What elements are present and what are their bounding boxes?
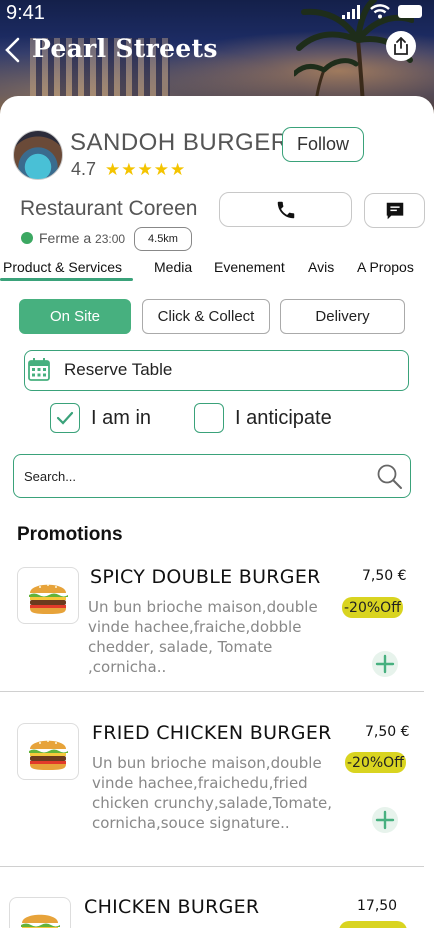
click-collect-button[interactable]: Click & Collect	[142, 299, 270, 334]
add-item-button[interactable]	[372, 651, 398, 677]
burger-thumbnail	[17, 567, 79, 624]
burger-thumbnail	[17, 723, 79, 780]
item-description: Un bun brioche maison,double vinde hache…	[92, 754, 333, 832]
burger-thumbnail	[9, 897, 71, 928]
i-am-in-checkbox[interactable]	[50, 403, 80, 433]
share-icon	[394, 37, 408, 55]
message-button[interactable]	[364, 193, 425, 228]
anticipate-checkbox[interactable]	[194, 403, 224, 433]
phone-icon	[277, 201, 294, 218]
item-description: Un bun brioche maison,double vinde hache…	[88, 598, 318, 676]
rating-stars: ★★★★★	[105, 160, 187, 180]
discount-badge: -20%Off	[342, 597, 403, 618]
search-input[interactable]	[24, 465, 364, 487]
reserve-table-label: Reserve Table	[64, 360, 173, 379]
burger-icon	[29, 583, 68, 614]
status-time: 9:41	[6, 2, 45, 24]
search-bar	[13, 454, 411, 498]
open-status-time: 23:00	[95, 232, 126, 246]
tab-avis[interactable]: Avis	[308, 259, 334, 275]
restaurant-card: SANDOH BURGER 4.7 ★★★★★ Follow Restauran…	[0, 96, 434, 928]
reserve-table-button[interactable]: Reserve Table	[24, 350, 409, 391]
distance-badge: 4.5km	[134, 227, 192, 251]
calendar-icon	[28, 358, 50, 381]
tab-product-services[interactable]: Product & Services	[3, 259, 122, 275]
call-button[interactable]	[219, 192, 352, 227]
anticipate-label: I anticipate	[235, 407, 332, 429]
wifi-icon	[370, 4, 390, 19]
tab-evenement[interactable]: Evenement	[214, 259, 285, 275]
share-button[interactable]	[386, 31, 416, 61]
promotions-title: Promotions	[17, 524, 123, 545]
chat-icon	[386, 202, 403, 219]
item-price: 7,50 €	[365, 724, 410, 740]
restaurant-name: SANDOH BURGER	[70, 129, 289, 156]
status-bar: 9:41	[0, 0, 434, 30]
active-tab-indicator	[0, 278, 133, 281]
burger-icon	[29, 739, 68, 770]
tab-a-propos[interactable]: A Propos	[357, 259, 414, 275]
status-icons	[342, 4, 424, 19]
battery-icon	[398, 5, 422, 18]
item-name: FRIED CHICKEN BURGER	[92, 722, 332, 744]
i-am-in-label: I am in	[91, 407, 152, 429]
item-divider	[0, 866, 424, 867]
discount-badge: -20%Off	[345, 752, 406, 773]
follow-button[interactable]: Follow	[282, 127, 364, 162]
plus-icon	[375, 654, 395, 674]
item-name: SPICY DOUBLE BURGER	[90, 566, 321, 588]
item-price: 17,50	[357, 898, 398, 914]
open-status: Ferme a 23:00	[39, 230, 125, 246]
open-status-label: Ferme a	[39, 230, 92, 246]
checkmark-icon	[56, 411, 74, 425]
burger-icon	[21, 914, 60, 928]
open-status-dot	[21, 232, 33, 244]
item-price: 7,50 €	[362, 568, 407, 584]
restaurant-avatar	[13, 130, 63, 180]
page-title: Pearl Streets	[32, 34, 218, 63]
item-name: CHICKEN BURGER	[84, 896, 260, 918]
delivery-button[interactable]: Delivery	[280, 299, 405, 334]
plus-icon	[375, 810, 395, 830]
item-divider	[0, 691, 424, 692]
back-button[interactable]	[2, 36, 26, 66]
tab-media[interactable]: Media	[154, 259, 192, 275]
add-item-button[interactable]	[372, 807, 398, 833]
chevron-left-icon	[5, 37, 20, 63]
discount-badge	[339, 921, 407, 928]
rating-value: 4.7	[71, 159, 97, 179]
on-site-button[interactable]: On Site	[19, 299, 131, 334]
restaurant-category: Restaurant Coreen	[20, 197, 198, 220]
signal-icon	[342, 4, 360, 19]
search-icon[interactable]	[376, 463, 404, 491]
